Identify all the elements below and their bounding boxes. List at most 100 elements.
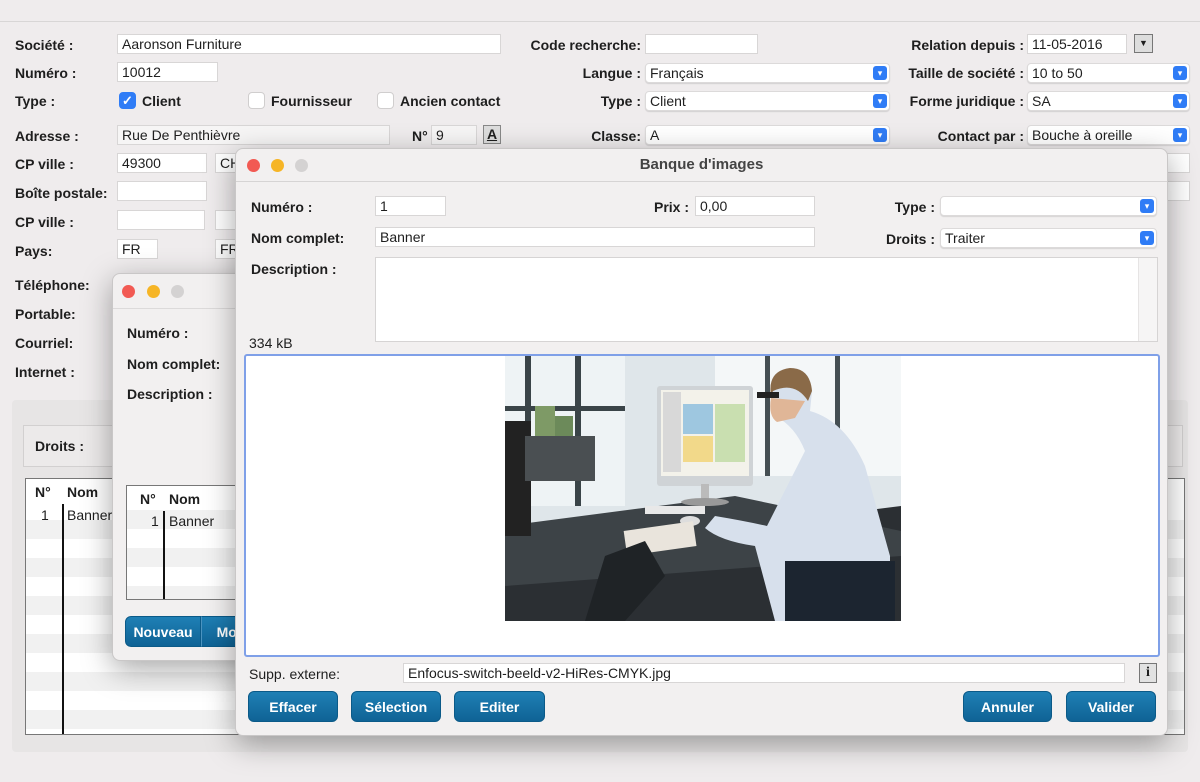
type-label: Type : [15, 93, 56, 109]
contact-label: Contact par : [937, 128, 1024, 144]
relation-date-input[interactable]: 11-05-2016 [1027, 34, 1127, 54]
editer-button[interactable]: Editer [454, 691, 545, 722]
langue-select[interactable]: Français ▾ [645, 63, 890, 83]
numero-label: Numéro : [127, 325, 189, 341]
chevron-down-icon: ▾ [873, 66, 887, 80]
supp-externe-label: Supp. externe: [249, 666, 341, 682]
cp-input[interactable]: 49300 [117, 153, 207, 173]
nouveau-button[interactable]: Nouveau [125, 616, 201, 647]
info-button[interactable]: i [1139, 663, 1157, 683]
supp-externe-input[interactable]: Enfocus-switch-beeld-v2-HiRes-CMYK.jpg [403, 663, 1125, 683]
taille-value: 10 to 50 [1032, 65, 1083, 81]
annuler-button[interactable]: Annuler [963, 691, 1052, 722]
minimize-icon[interactable] [147, 285, 160, 298]
adresse-input[interactable]: Rue De Penthièvre [117, 125, 390, 145]
description-label: Description : [251, 261, 337, 277]
cp-ville2-label: CP ville : [15, 214, 74, 230]
cp2-input[interactable] [117, 210, 205, 230]
top-strip [0, 0, 1200, 22]
valider-button[interactable]: Valider [1066, 691, 1156, 722]
pays-input[interactable]: FR [117, 239, 158, 259]
classe-value: A [650, 127, 660, 143]
close-icon[interactable] [122, 285, 135, 298]
effacer-button[interactable]: Effacer [248, 691, 338, 722]
nom-input[interactable]: Banner [375, 227, 815, 247]
row-no: 1 [41, 507, 49, 523]
col-no-header: N° [35, 484, 51, 500]
type-select[interactable]: ▾ [940, 196, 1157, 216]
adresse-label: Adresse : [15, 128, 79, 144]
chevron-down-icon: ▾ [1140, 231, 1154, 245]
droits-value: Traiter [945, 230, 985, 246]
ancien-contact-label: Ancien contact [400, 93, 501, 109]
image-preview-frame[interactable] [244, 354, 1160, 657]
nom-label: Nom complet: [127, 356, 221, 372]
description-scrollbar[interactable] [1138, 258, 1157, 341]
chevron-down-icon: ▾ [873, 94, 887, 108]
ancien-contact-checkbox[interactable] [377, 92, 394, 109]
numero-input[interactable]: 10012 [117, 62, 218, 82]
cp-ville-label: CP ville : [15, 156, 74, 172]
droits-label: Droits : [35, 438, 84, 454]
numero-input[interactable]: 1 [375, 196, 446, 216]
numero-label: Numéro : [251, 199, 313, 215]
col-nom-header: Nom [169, 491, 201, 507]
langue-label: Langue : [582, 65, 641, 81]
contact-value: Bouche à oreille [1032, 127, 1133, 143]
boite-postale-input[interactable] [117, 181, 207, 201]
no-label: N° [412, 128, 428, 144]
no-input[interactable]: 9 [431, 125, 477, 145]
relation-label: Relation depuis : [911, 37, 1024, 53]
office-photo [505, 356, 901, 621]
type-value: Client [650, 93, 686, 109]
dialog-title: Banque d'images [639, 156, 764, 173]
row-nom: Banner [67, 507, 113, 523]
col-nom-header: Nom [67, 484, 99, 500]
type-label: Type : [894, 199, 935, 215]
description-textarea[interactable] [375, 257, 1158, 342]
description-label: Description : [127, 386, 213, 402]
row-no: 1 [151, 513, 159, 529]
societe-label: Société : [15, 37, 74, 53]
chevron-down-icon: ▾ [1173, 66, 1187, 80]
file-size: 334 kB [249, 335, 293, 351]
nom-label: Nom complet: [251, 230, 345, 246]
chevron-down-icon: ▾ [1173, 94, 1187, 108]
droits-label: Droits : [886, 231, 935, 247]
taille-select[interactable]: 10 to 50 ▾ [1027, 63, 1190, 83]
chevron-down-icon: ▾ [1140, 199, 1154, 213]
contact-select[interactable]: Bouche à oreille ▾ [1027, 125, 1190, 145]
client-checkbox[interactable]: ✓ [119, 92, 136, 109]
code-recherche-label: Code recherche: [530, 37, 641, 53]
zoom-icon[interactable] [171, 285, 184, 298]
prix-label: Prix : [653, 199, 689, 215]
selection-button[interactable]: Sélection [351, 691, 441, 722]
fournisseur-checkbox[interactable] [248, 92, 265, 109]
prix-input[interactable]: 0,00 [695, 196, 815, 216]
fournisseur-label: Fournisseur [271, 93, 352, 109]
internet-label: Internet : [15, 364, 75, 380]
forme-label: Forme juridique : [909, 93, 1024, 109]
langue-value: Français [650, 65, 704, 81]
classe-select[interactable]: A ▾ [645, 125, 890, 145]
telephone-label: Téléphone: [15, 277, 90, 293]
pays-label: Pays: [15, 243, 53, 259]
societe-input[interactable]: Aaronson Furniture [117, 34, 501, 54]
type2-label: Type : [600, 93, 641, 109]
numero-label: Numéro : [15, 65, 77, 81]
client-label: Client [142, 93, 181, 109]
row-nom: Banner [169, 513, 215, 529]
droits-select[interactable]: Traiter ▾ [940, 228, 1157, 248]
portable-label: Portable: [15, 306, 76, 322]
date-dropdown-button[interactable]: ▼ [1134, 34, 1153, 53]
col-no-header: N° [140, 491, 156, 507]
courriel-label: Courriel: [15, 335, 74, 351]
code-recherche-input[interactable] [645, 34, 758, 54]
chevron-down-icon: ▾ [1173, 128, 1187, 142]
banque-images-dialog: Banque d'images Numéro : 1 Prix : 0,00 T… [235, 148, 1168, 736]
classe-label: Classe: [591, 128, 641, 144]
forme-select[interactable]: SA ▾ [1027, 91, 1190, 111]
type-select[interactable]: Client ▾ [645, 91, 890, 111]
boite-postale-label: Boîte postale: [15, 185, 108, 201]
font-button[interactable]: A [483, 125, 501, 144]
